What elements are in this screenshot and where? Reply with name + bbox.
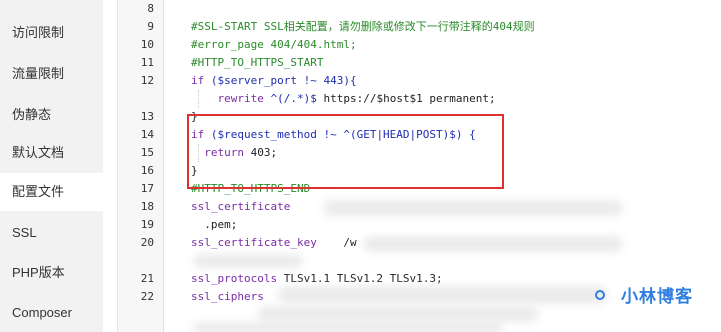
line-number: 10 (140, 38, 154, 51)
code-token: rewrite (191, 92, 271, 105)
sidebar-item-3[interactable]: 默认文档 (0, 134, 103, 172)
line-number: 17 (140, 182, 154, 195)
code-token: .pem; (191, 218, 238, 231)
indent-guide (198, 90, 199, 108)
line-number: 20 (140, 236, 154, 249)
highlight-box (187, 114, 504, 189)
code-token: ssl_protocols (191, 272, 284, 285)
code-token: ssl_certificate (191, 200, 291, 213)
line-number: 8 (147, 2, 154, 15)
line-number: 21 (140, 272, 154, 285)
sidebar-item-7[interactable]: Composer (0, 294, 103, 332)
code-line: ssl_ciphers (191, 288, 264, 306)
code-token: #error_page 404/404.html; (191, 38, 357, 51)
code-token: ^(/.*)$ (270, 92, 324, 105)
line-number-gutter: 8 9 10 11 12 13 14 15 16 17 18 19 20 21 22 (118, 0, 164, 332)
code-token: #SSL-START SSL相关配置，请勿删除或修改下一行带注释的404规则 (191, 20, 535, 33)
line-number: 19 (140, 218, 154, 231)
code-token: ($server_port !~ 443){ (210, 74, 357, 87)
code-token: if (191, 74, 211, 87)
line-number: 13 (140, 110, 154, 123)
code-line: ssl_certificate_key /w (191, 234, 357, 252)
line-number: 22 (140, 290, 154, 303)
code-line: #SSL-START SSL相关配置，请勿删除或修改下一行带注释的404规则 (191, 18, 535, 36)
sidebar-nav: 访问限制 流量限制 伪静态 默认文档 配置文件 SSL PHP版本 Composer (0, 0, 103, 332)
sidebar-item-4[interactable]: 配置文件 (0, 173, 103, 211)
sidebar-item-6[interactable]: PHP版本 (0, 254, 103, 292)
code-token: /w (316, 236, 357, 249)
line-number: 18 (140, 200, 154, 213)
line-number: 11 (140, 56, 154, 69)
divider (103, 0, 117, 332)
code-line: rewrite ^(/.*)$ https://$host$1 permanen… (191, 90, 496, 108)
sidebar-item-2[interactable]: 伪静态 (0, 96, 103, 134)
sidebar-item-5[interactable]: SSL (0, 214, 103, 252)
code-token: TLSv1.1 TLSv1.2 TLSv1.3; (283, 272, 443, 285)
line-number: 9 (147, 20, 154, 33)
code-token: https://$host$1 permanent; (323, 92, 496, 105)
sidebar-item-0[interactable]: 访问限制 (0, 14, 103, 52)
code-token: ssl_certificate_key (191, 236, 317, 249)
line-number: 16 (140, 164, 154, 177)
redacted-region (258, 306, 538, 322)
redacted-region (323, 200, 623, 216)
code-token: ssl_ciphers (191, 290, 264, 303)
watermark-logo: 小林博客 (621, 287, 693, 307)
code-line: #HTTP_TO_HTTPS_START (191, 54, 323, 72)
line-number: 12 (140, 74, 154, 87)
line-number: 14 (140, 128, 154, 141)
redacted-region (193, 322, 503, 332)
code-line: #error_page 404/404.html; (191, 36, 357, 54)
redacted-region (363, 236, 623, 252)
code-line: ssl_certificate (191, 198, 290, 216)
code-token: #HTTP_TO_HTTPS_START (191, 56, 324, 69)
redacted-region (193, 254, 303, 268)
watermark-dot-icon (595, 290, 605, 300)
code-line: .pem; (191, 216, 237, 234)
code-line: if ($server_port !~ 443){ (191, 72, 357, 90)
redacted-region (278, 286, 608, 304)
sidebar-item-1[interactable]: 流量限制 (0, 55, 103, 93)
line-number: 15 (140, 146, 154, 159)
